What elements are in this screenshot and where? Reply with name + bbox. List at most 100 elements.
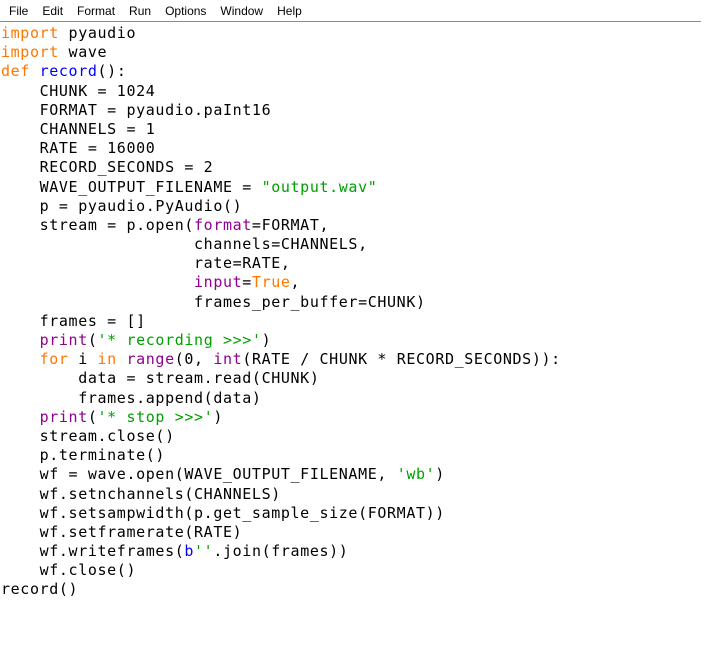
code-line: frames_per_buffer=CHUNK) [1, 293, 705, 312]
code-token: ( [87, 331, 98, 349]
code-line: rate=RATE, [1, 254, 705, 273]
menu-format[interactable]: Format [70, 1, 122, 21]
code-line: wf.close() [1, 561, 705, 580]
code-token: print [39, 331, 88, 349]
code-token: format [194, 215, 252, 234]
code-token: wf = wave.open(WAVE_OUTPUT_FILENAME, [1, 465, 397, 484]
code-token: ( [87, 407, 98, 426]
code-token: for [39, 350, 69, 369]
code-line: for i in range(0, int(RATE / CHUNK * REC… [1, 350, 705, 369]
code-line: wf = wave.open(WAVE_OUTPUT_FILENAME, 'wb… [1, 465, 705, 484]
code-line: channels=CHANNELS, [1, 235, 705, 254]
code-token: .join(frames)) [213, 542, 349, 561]
code-line: frames = [] [1, 312, 705, 331]
code-token: WAVE_OUTPUT_FILENAME = [1, 177, 262, 196]
code-token: wave [58, 43, 108, 62]
code-editor-area[interactable]: import pyaudio import wave def record(): C… [0, 22, 705, 649]
code-token: range [126, 350, 175, 369]
menu-help[interactable]: Help [270, 1, 309, 21]
code-token: frames_per_buffer=CHUNK) [1, 292, 426, 311]
code-token: '' [194, 542, 214, 561]
code-token: record() [1, 580, 79, 599]
menu-bar: File Edit Format Run Options Window Help [0, 0, 705, 22]
code-token: int [213, 350, 243, 369]
code-line: CHANNELS = 1 [1, 120, 705, 139]
code-line: stream.close() [1, 427, 705, 446]
code-line: p = pyaudio.PyAudio() [1, 197, 705, 216]
code-line: wf.setframerate(RATE) [1, 523, 705, 542]
code-token: wf.setnchannels(CHANNELS) [1, 484, 281, 503]
code-token: CHUNK = 1024 [1, 81, 156, 100]
code-line: FORMAT = pyaudio.paInt16 [1, 101, 705, 120]
code-token: import [1, 24, 59, 42]
code-token: CHANNELS = 1 [1, 119, 156, 138]
code-token: '* stop >>>' [97, 407, 214, 426]
code-line: p.terminate() [1, 446, 705, 465]
code-line: wf.writeframes(b''.join(frames)) [1, 542, 705, 561]
code-line: import pyaudio [1, 24, 705, 43]
code-token: p.terminate() [1, 446, 166, 465]
code-token: (RATE / CHUNK * RECORD_SECONDS)): [242, 350, 561, 369]
code-line: print('* stop >>>') [1, 408, 705, 427]
code-token: stream.close() [1, 426, 175, 445]
code-token: wf.setframerate(RATE) [1, 522, 243, 541]
code-line: wf.setsampwidth(p.get_sample_size(FORMAT… [1, 504, 705, 523]
code-token: i [68, 350, 98, 369]
code-token: pyaudio [58, 24, 137, 42]
code-token: RATE = 16000 [1, 139, 156, 158]
code-token: channels=CHANNELS, [1, 235, 368, 254]
code-line: CHUNK = 1024 [1, 82, 705, 101]
code-token: =FORMAT, [251, 215, 330, 234]
code-line: import wave [1, 43, 705, 62]
code-token: ) [213, 407, 223, 426]
code-token: wf.setsampwidth(p.get_sample_size(FORMAT… [1, 503, 445, 522]
source-code-text[interactable]: import pyaudio import wave def record(): C… [0, 24, 705, 600]
code-token: record [39, 62, 98, 81]
code-token: stream = p.open( [1, 215, 195, 234]
code-line: WAVE_OUTPUT_FILENAME = "output.wav" [1, 178, 705, 197]
code-token: , [290, 273, 301, 292]
code-token: frames = [] [1, 311, 146, 330]
code-token: "output.wav" [261, 177, 378, 196]
code-token: '* recording >>>' [97, 331, 262, 349]
code-token: print [39, 407, 88, 426]
code-token: (): [97, 62, 127, 81]
code-line: def record(): [1, 62, 705, 81]
code-token: wf.close() [1, 561, 137, 580]
code-token: True [251, 273, 291, 292]
code-line: RATE = 16000 [1, 139, 705, 158]
code-token: wf.writeframes( [1, 542, 185, 561]
code-line: record() [1, 580, 705, 599]
code-line: input=True, [1, 273, 705, 292]
code-line: print('* recording >>>') [1, 331, 705, 350]
code-token: data = stream.read(CHUNK) [1, 369, 320, 388]
code-token: b [184, 542, 195, 561]
menu-window[interactable]: Window [213, 1, 270, 21]
menu-run[interactable]: Run [122, 1, 158, 21]
code-line: wf.setnchannels(CHANNELS) [1, 485, 705, 504]
code-token: def [1, 62, 30, 81]
code-line: RECORD_SECONDS = 2 [1, 158, 705, 177]
code-token: ) [435, 465, 445, 484]
code-token: import [1, 43, 59, 62]
menu-file[interactable]: File [2, 1, 35, 21]
code-token: rate=RATE, [1, 254, 291, 273]
code-token: p = pyaudio.PyAudio() [1, 196, 243, 215]
code-token: FORMAT = pyaudio.paInt16 [1, 100, 272, 119]
code-token: frames.append(data) [1, 388, 262, 407]
code-token: input [194, 273, 243, 292]
menu-edit[interactable]: Edit [35, 1, 70, 21]
code-line: stream = p.open(format=FORMAT, [1, 216, 705, 235]
code-token: ) [261, 331, 272, 349]
code-line: frames.append(data) [1, 389, 705, 408]
code-token: RECORD_SECONDS = 2 [1, 158, 214, 177]
code-token: (0, [174, 350, 214, 369]
code-token: in [97, 350, 117, 369]
code-line: data = stream.read(CHUNK) [1, 369, 705, 388]
menu-options[interactable]: Options [158, 1, 213, 21]
